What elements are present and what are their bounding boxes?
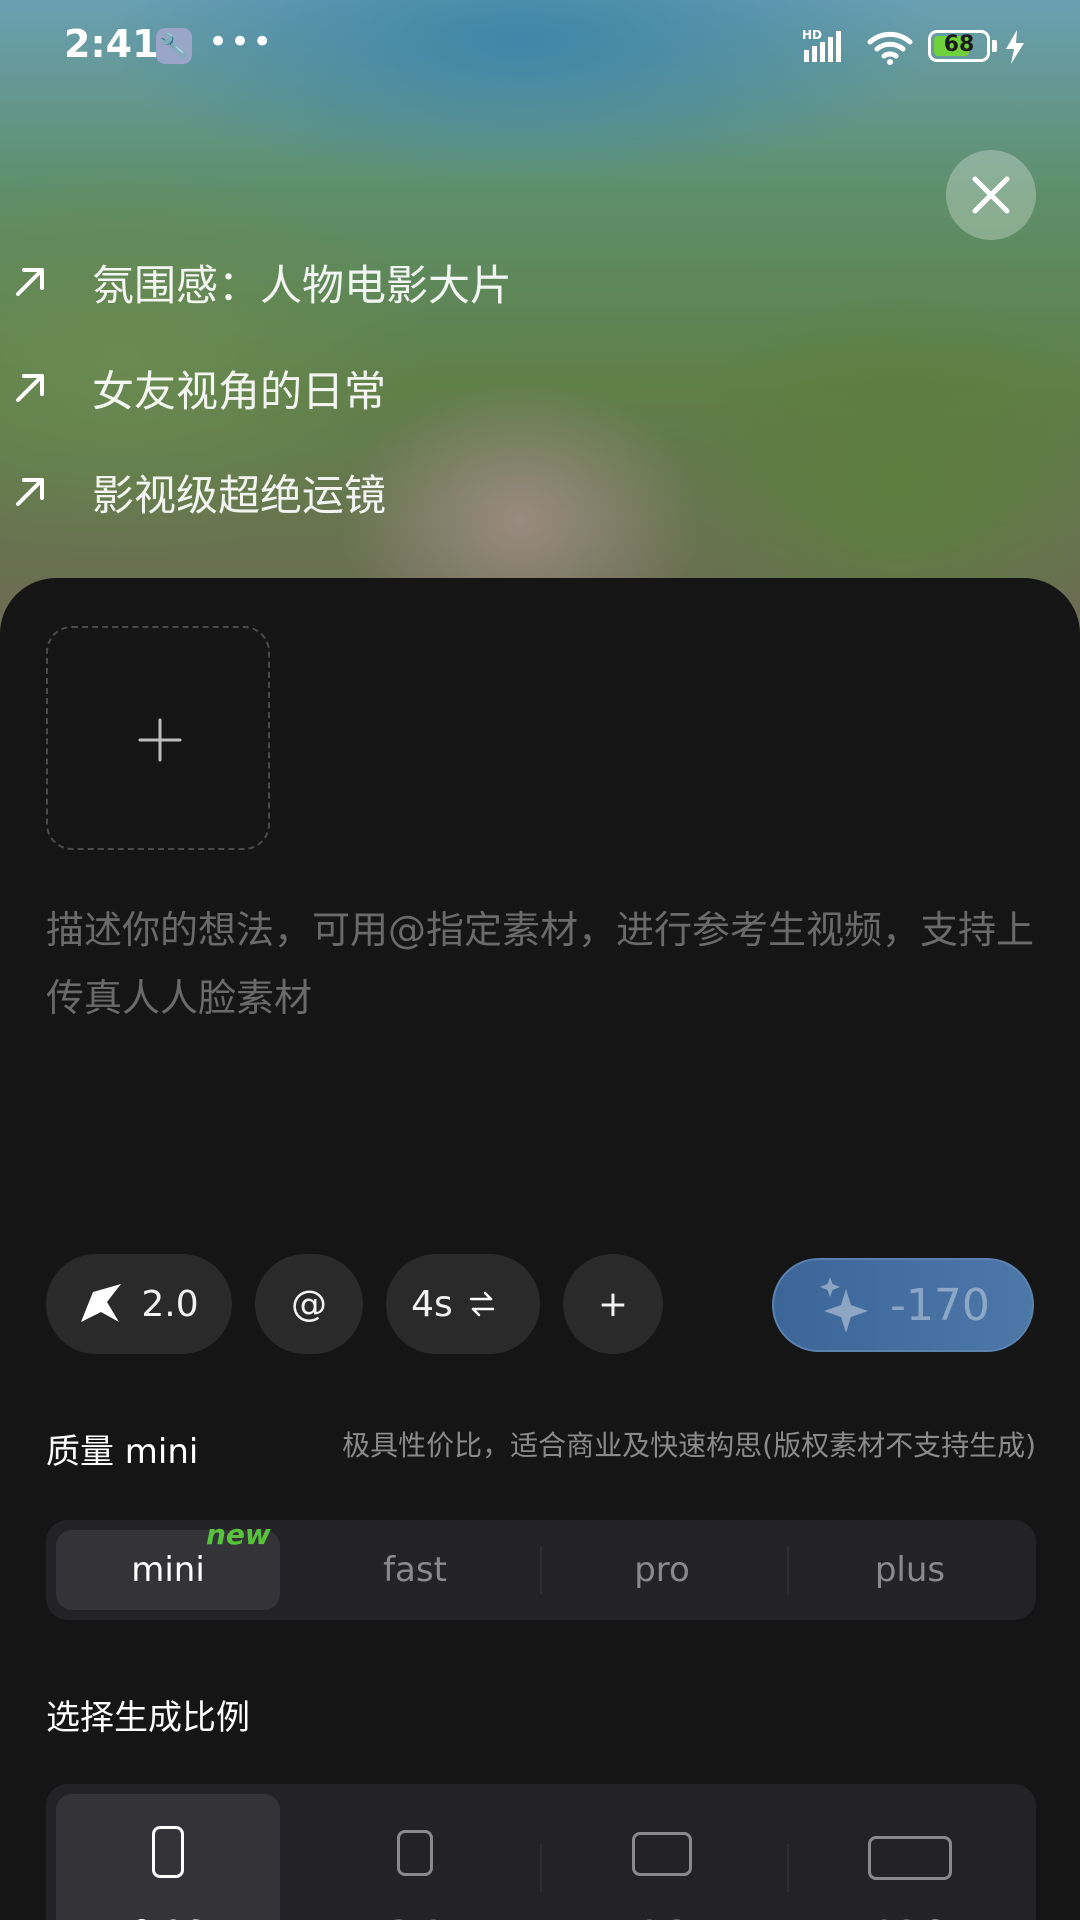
more-options-button[interactable]: + — [563, 1254, 663, 1354]
quality-option-fast[interactable]: fast — [303, 1530, 527, 1610]
generate-button[interactable]: -170 — [772, 1258, 1034, 1352]
mention-label: @ — [291, 1283, 327, 1325]
close-button[interactable] — [946, 150, 1036, 240]
suggestion-item[interactable]: 氛围感：人物电影大片 — [0, 252, 512, 312]
plus-icon — [138, 718, 182, 762]
charging-bolt-icon — [1006, 30, 1024, 64]
wrench-icon: 🔧 — [156, 28, 192, 64]
swap-icon — [469, 1291, 495, 1317]
battery-level: 68 — [943, 32, 975, 57]
sparkle-icon — [820, 1277, 869, 1333]
ratio-label: 9:16 — [56, 1912, 280, 1920]
duration-label: 4s — [411, 1283, 453, 1325]
upload-media-button[interactable] — [46, 626, 270, 850]
network-label: HD — [802, 28, 822, 42]
quality-segmented-control: mini fast pro plus — [46, 1520, 1036, 1620]
battery-icon: 68 — [928, 30, 990, 62]
quality-title: 质量 mini — [46, 1432, 199, 1472]
arrow-up-right-icon — [16, 478, 44, 506]
model-selector-button[interactable]: 2.0 — [46, 1254, 232, 1354]
ratio-4-3-icon — [632, 1832, 692, 1876]
new-badge: new — [206, 1518, 271, 1551]
status-bar: 2:41 🔧 ••• HD 68 — [0, 0, 1080, 96]
battery-tip — [992, 40, 997, 52]
ratio-label: 4:3 — [550, 1912, 774, 1920]
quality-description: 极具性价比，适合商业及快速构思(版权素材不支持生成) — [342, 1429, 1036, 1462]
landscape-ratio-icon — [868, 1836, 952, 1880]
suggestion-label: 影视级超绝运镜 — [92, 470, 387, 520]
suggestion-label: 氛围感：人物电影大片 — [92, 260, 513, 310]
suggestion-label: 女友视角的日常 — [92, 366, 387, 416]
ratio-segmented-control: 9:16 3:4 4:3 16:9 — [46, 1784, 1036, 1920]
model-logo-icon — [81, 1284, 122, 1322]
prompt-input[interactable]: 描述你的想法，可用@指定素材，进行参考生视频，支持上传真人人脸素材 — [46, 896, 1036, 1032]
ratio-option-9-16[interactable]: 9:16 — [56, 1794, 280, 1920]
ratio-option-3-4[interactable]: 3:4 — [303, 1794, 527, 1920]
quality-option-plus[interactable]: plus — [798, 1530, 1022, 1610]
ratio-option-16-9[interactable]: 16:9 — [798, 1794, 1022, 1920]
ratio-option-4-3[interactable]: 4:3 — [550, 1794, 774, 1920]
ratio-label: 3:4 — [303, 1912, 527, 1920]
model-version-label: 2.0 — [141, 1283, 199, 1325]
more-dots-icon: ••• — [208, 22, 275, 62]
suggestion-item[interactable]: 影视级超绝运镜 — [0, 462, 386, 522]
status-time: 2:41 — [64, 22, 159, 66]
more-options-label: + — [597, 1283, 629, 1325]
arrow-up-right-icon — [16, 374, 44, 402]
arrow-up-right-icon — [16, 268, 44, 296]
mention-button[interactable]: @ — [255, 1254, 363, 1354]
ratio-3-4-icon — [397, 1830, 433, 1876]
background-image — [0, 0, 1080, 640]
wifi-icon — [867, 31, 913, 65]
close-icon — [972, 176, 1010, 214]
signal-icon: HD — [802, 28, 841, 62]
suggestion-item[interactable]: 女友视角的日常 — [0, 358, 386, 418]
ratio-title: 选择生成比例 — [46, 1698, 250, 1738]
generate-cost: -170 — [890, 1279, 990, 1331]
ratio-label: 16:9 — [798, 1912, 1022, 1920]
duration-button[interactable]: 4s — [386, 1254, 540, 1354]
portrait-ratio-icon — [152, 1826, 184, 1878]
quality-option-pro[interactable]: pro — [550, 1530, 774, 1610]
